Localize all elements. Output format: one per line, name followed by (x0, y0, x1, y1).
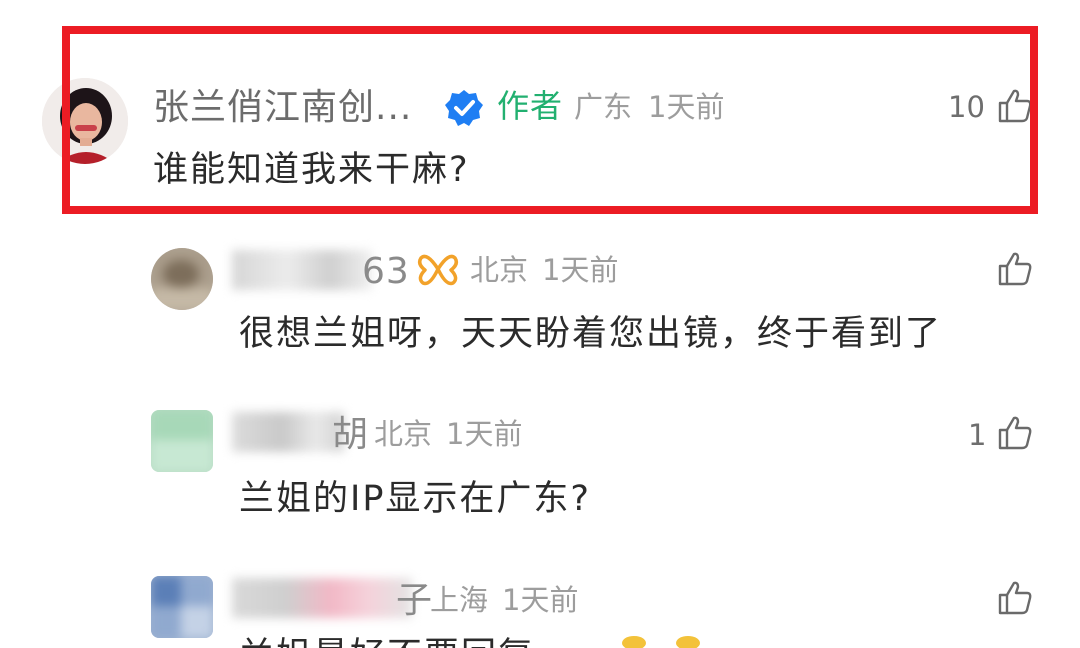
comment-author-name[interactable]: 63 (362, 250, 410, 294)
blurred-username (232, 412, 344, 452)
comment-location: 上海 (430, 583, 489, 617)
blurred-username (232, 578, 412, 618)
comment-author-name[interactable]: 子 (396, 579, 433, 623)
like-count: 1 (968, 418, 987, 452)
avatar[interactable] (151, 248, 213, 310)
comment-location: 北京 (374, 417, 433, 451)
emoji-icon (622, 636, 646, 648)
comment-time: 1天前 (446, 417, 523, 451)
thumbs-up-icon[interactable] (997, 580, 1033, 620)
comment-thread: 张兰俏江南创... 作者 广东 1天前 10 谁能知道我来干麻? 63 北京 1… (0, 0, 1080, 648)
thumbs-up-icon[interactable] (997, 415, 1033, 455)
comment-author-name[interactable]: 胡 (332, 413, 369, 457)
emoji-icon (676, 636, 700, 648)
thumbs-up-icon[interactable] (997, 251, 1033, 291)
avatar[interactable] (151, 410, 213, 472)
comment-time: 1天前 (502, 583, 579, 617)
blurred-username (232, 250, 372, 290)
comment-text: 兰姐的IP显示在广东? (239, 479, 592, 519)
highlight-frame (62, 26, 1038, 214)
comment-time: 1天前 (542, 253, 619, 287)
comment-location: 北京 (470, 253, 529, 287)
comment-text: 很想兰姐呀，天天盼着您出镜，终于看到了 (239, 314, 943, 354)
butterfly-vip-icon (417, 252, 459, 290)
comment-text: 兰姐最好不要回复 (239, 634, 535, 648)
avatar[interactable] (151, 576, 213, 638)
